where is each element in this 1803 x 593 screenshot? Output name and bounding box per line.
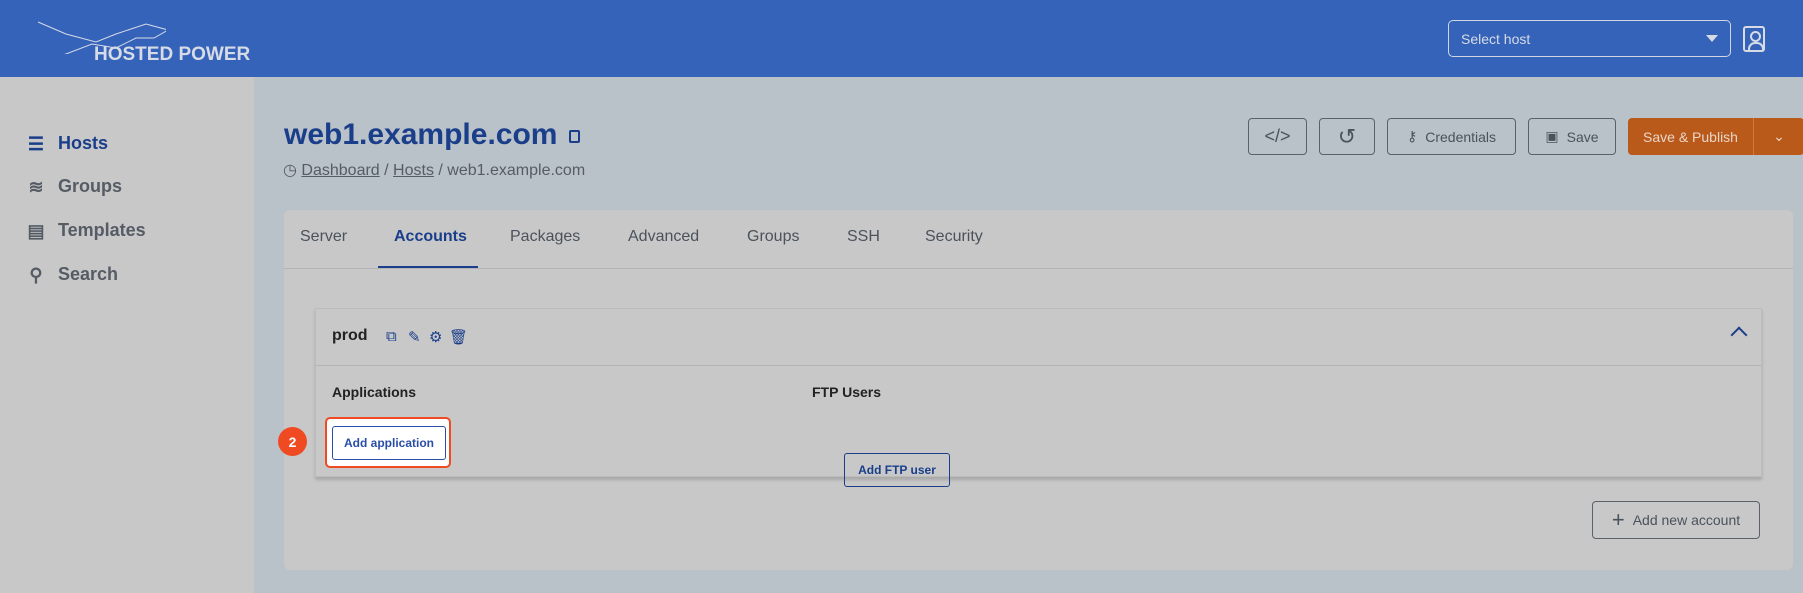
trash-icon[interactable]: 🗑 xyxy=(449,328,468,346)
search-icon: ⚲ xyxy=(29,264,43,285)
history-button[interactable]: ↺ xyxy=(1319,118,1375,155)
duplicate-icon[interactable]: ⧉ xyxy=(386,328,397,345)
page-title-text: web1.example.com xyxy=(284,118,558,151)
plus-icon: + xyxy=(1611,507,1625,532)
edit-icon[interactable]: ✎ xyxy=(408,328,421,346)
caret-down-icon xyxy=(1706,35,1718,42)
host-select-placeholder: Select host xyxy=(1461,31,1531,47)
save-label: Save xyxy=(1566,128,1599,145)
ftp-users-heading: FTP Users xyxy=(812,384,881,400)
code-icon: </> xyxy=(1264,126,1291,146)
sidebar-item-hosts[interactable]: ☰ Hosts xyxy=(26,133,108,154)
chevron-down-icon[interactable]: ⌄ xyxy=(1754,118,1803,155)
add-ftp-user-button[interactable]: Add FTP user xyxy=(844,453,950,487)
sidebar-item-label: Search xyxy=(58,264,119,284)
tab-advanced[interactable]: Advanced xyxy=(628,228,699,246)
breadcrumb-dashboard[interactable]: Dashboard xyxy=(301,162,379,179)
tab-accounts[interactable]: Accounts xyxy=(394,228,467,246)
host-select[interactable]: Select host xyxy=(1448,20,1731,57)
credentials-button[interactable]: ⚷ Credentials xyxy=(1387,118,1516,155)
account-header[interactable]: prod ⧉ ✎ ⚙ 🗑 xyxy=(316,309,1761,366)
tab-security[interactable]: Security xyxy=(925,228,983,246)
tab-ssh[interactable]: SSH xyxy=(847,228,880,246)
sidebar-item-search[interactable]: ⚲ Search xyxy=(26,264,118,285)
breadcrumb-hosts[interactable]: Hosts xyxy=(393,162,434,179)
key-icon: ⚷ xyxy=(1406,128,1418,144)
save-button[interactable]: ▣ Save xyxy=(1528,118,1616,155)
breadcrumb: ◷ Dashboard / Hosts / web1.example.com xyxy=(283,162,586,179)
tab-packages[interactable]: Packages xyxy=(510,228,580,246)
account-panel: prod ⧉ ✎ ⚙ 🗑 Applications FTP Users Add … xyxy=(315,308,1762,487)
host-card: Server Accounts Packages Advanced Groups… xyxy=(284,210,1793,570)
logo-text: HOSTED POWER xyxy=(94,44,251,65)
tab-groups[interactable]: Groups xyxy=(747,228,799,246)
applications-heading: Applications xyxy=(332,384,417,400)
user-profile-icon[interactable] xyxy=(1743,26,1765,52)
code-button[interactable]: </> xyxy=(1248,118,1307,155)
dashboard-icon: ◷ xyxy=(283,162,297,179)
sidebar-item-label: Templates xyxy=(58,220,146,240)
tab-server[interactable]: Server xyxy=(300,228,347,246)
chevron-up-icon[interactable] xyxy=(1730,326,1748,344)
tab-bar: Server Accounts Packages Advanced Groups… xyxy=(284,210,1793,269)
page-title: web1.example.com xyxy=(284,118,581,152)
save-publish-label[interactable]: Save & Publish xyxy=(1628,118,1754,155)
add-application-button[interactable]: Add application xyxy=(332,426,446,460)
server-icon: ☰ xyxy=(27,133,45,154)
step-badge: 2 xyxy=(278,427,307,456)
add-new-account-button[interactable]: + Add new account xyxy=(1592,501,1760,539)
copy-icon[interactable] xyxy=(569,129,581,143)
add-new-account-label: Add new account xyxy=(1632,512,1741,528)
sidebar-item-templates[interactable]: ▤ Templates xyxy=(26,220,146,241)
sidebar-item-label: Groups xyxy=(58,176,123,196)
breadcrumb-current: web1.example.com xyxy=(447,162,586,179)
highlight-frame: Add application xyxy=(325,417,451,468)
sidebar-item-label: Hosts xyxy=(58,133,109,153)
top-header: HOSTED POWER Select host xyxy=(0,0,1803,77)
history-icon: ↺ xyxy=(1337,123,1357,149)
layers-icon: ≋ xyxy=(28,176,44,197)
document-icon: ▤ xyxy=(27,220,45,241)
account-name: prod xyxy=(332,327,368,344)
settings-icon[interactable]: ⚙ xyxy=(429,328,442,346)
sidebar: ☰ Hosts ≋ Groups ▤ Templates ⚲ Search xyxy=(0,77,254,593)
active-tab-indicator xyxy=(378,266,478,268)
sidebar-item-groups[interactable]: ≋ Groups xyxy=(26,176,122,197)
save-publish-button[interactable]: Save & Publish ⌄ xyxy=(1628,118,1803,155)
credentials-label: Credentials xyxy=(1425,128,1497,145)
floppy-icon: ▣ xyxy=(1545,128,1559,144)
